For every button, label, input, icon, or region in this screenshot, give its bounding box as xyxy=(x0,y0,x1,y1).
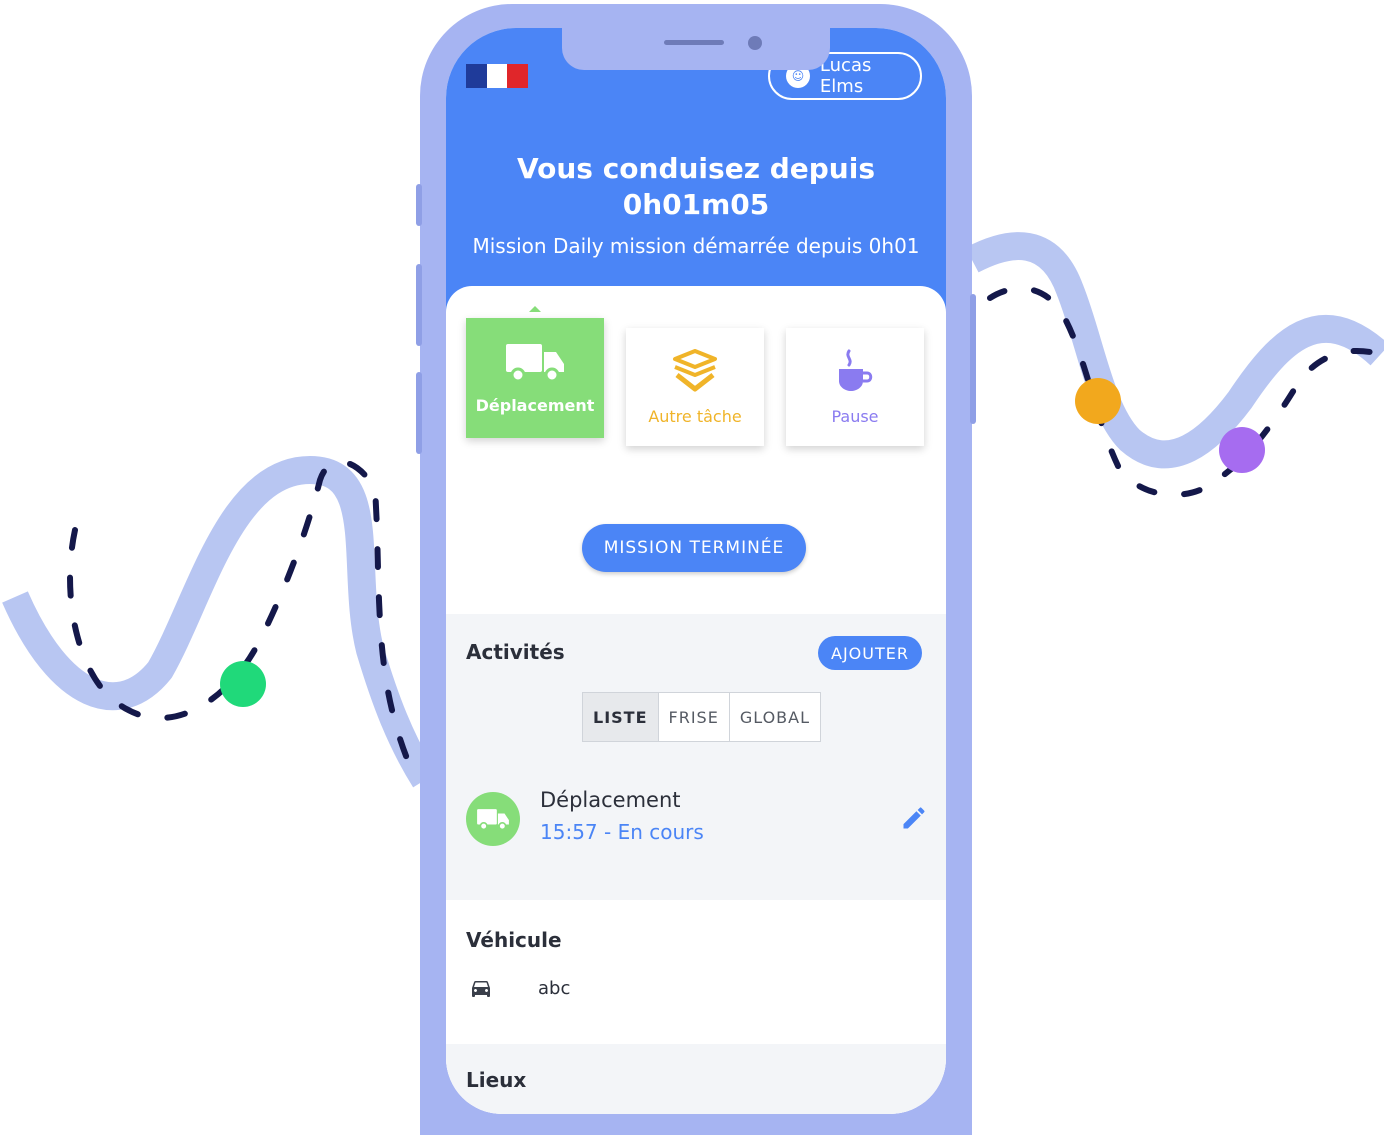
places-section: Lieux xyxy=(446,1044,946,1114)
end-mission-button[interactable]: MISSION TERMINÉE xyxy=(582,524,806,572)
coffee-icon xyxy=(839,349,873,391)
camera xyxy=(748,36,762,50)
speaker xyxy=(664,40,724,45)
tab-timeline[interactable]: FRISE xyxy=(659,693,730,741)
activity-type-pause[interactable]: Pause xyxy=(786,328,924,446)
driving-status-title: Vous conduisez depuis xyxy=(516,152,876,185)
vehicle-value: abc xyxy=(538,978,571,999)
car-icon xyxy=(472,981,490,997)
app-header: ☺ Lucas Elms Vous conduisez depuis 0h01m… xyxy=(446,28,946,318)
tab-global[interactable]: GLOBAL xyxy=(730,693,820,741)
phone-frame: ☺ Lucas Elms Vous conduisez depuis 0h01m… xyxy=(416,4,976,1135)
edit-pencil-icon[interactable] xyxy=(900,804,928,832)
phone-side-button xyxy=(970,294,976,424)
main-content: Déplacement Autre tâche Pause MISSION TE… xyxy=(446,286,946,1114)
vehicle-title: Véhicule xyxy=(466,928,562,952)
republique-logo xyxy=(466,64,529,88)
activity-item-icon xyxy=(466,792,520,846)
truck-icon xyxy=(477,809,509,831)
green-dot xyxy=(220,661,266,707)
activity-type-label: Déplacement xyxy=(475,395,595,415)
activities-view-tabs: LISTE FRISE GLOBAL xyxy=(582,692,821,742)
truck-icon xyxy=(506,343,564,382)
phone-side-button xyxy=(416,372,422,454)
activity-type-label: Pause xyxy=(831,406,879,426)
phone-notch xyxy=(562,28,830,70)
box-icon xyxy=(673,348,717,391)
purple-dot xyxy=(1219,427,1265,473)
activity-item-name: Déplacement xyxy=(540,788,681,812)
mission-subtitle: Mission Daily mission démarrée depuis 0h… xyxy=(472,234,920,258)
phone-side-button xyxy=(416,184,422,226)
orange-dot xyxy=(1075,378,1121,424)
user-name: Lucas Elms xyxy=(819,55,872,97)
places-title: Lieux xyxy=(466,1068,527,1092)
driving-duration: 0h01m05 xyxy=(622,188,770,221)
vehicle-section: Véhicule abc xyxy=(446,900,946,1044)
activity-item-time: 15:57 - En cours xyxy=(540,820,704,844)
activity-type-other-task[interactable]: Autre tâche xyxy=(626,328,764,446)
phone-side-button xyxy=(416,264,422,346)
activity-type-label: Autre tâche xyxy=(648,406,742,426)
activities-section: Activités AJOUTER LISTE FRISE GLOBAL Dép… xyxy=(446,614,946,900)
add-activity-button[interactable]: AJOUTER xyxy=(818,636,922,670)
activities-title: Activités xyxy=(466,640,565,664)
phone-screen: ☺ Lucas Elms Vous conduisez depuis 0h01m… xyxy=(446,28,946,1114)
tab-list[interactable]: LISTE xyxy=(583,693,659,741)
active-card-caret xyxy=(529,306,541,312)
activity-type-driving[interactable]: Déplacement xyxy=(466,318,604,438)
right-road-band xyxy=(965,232,1384,469)
